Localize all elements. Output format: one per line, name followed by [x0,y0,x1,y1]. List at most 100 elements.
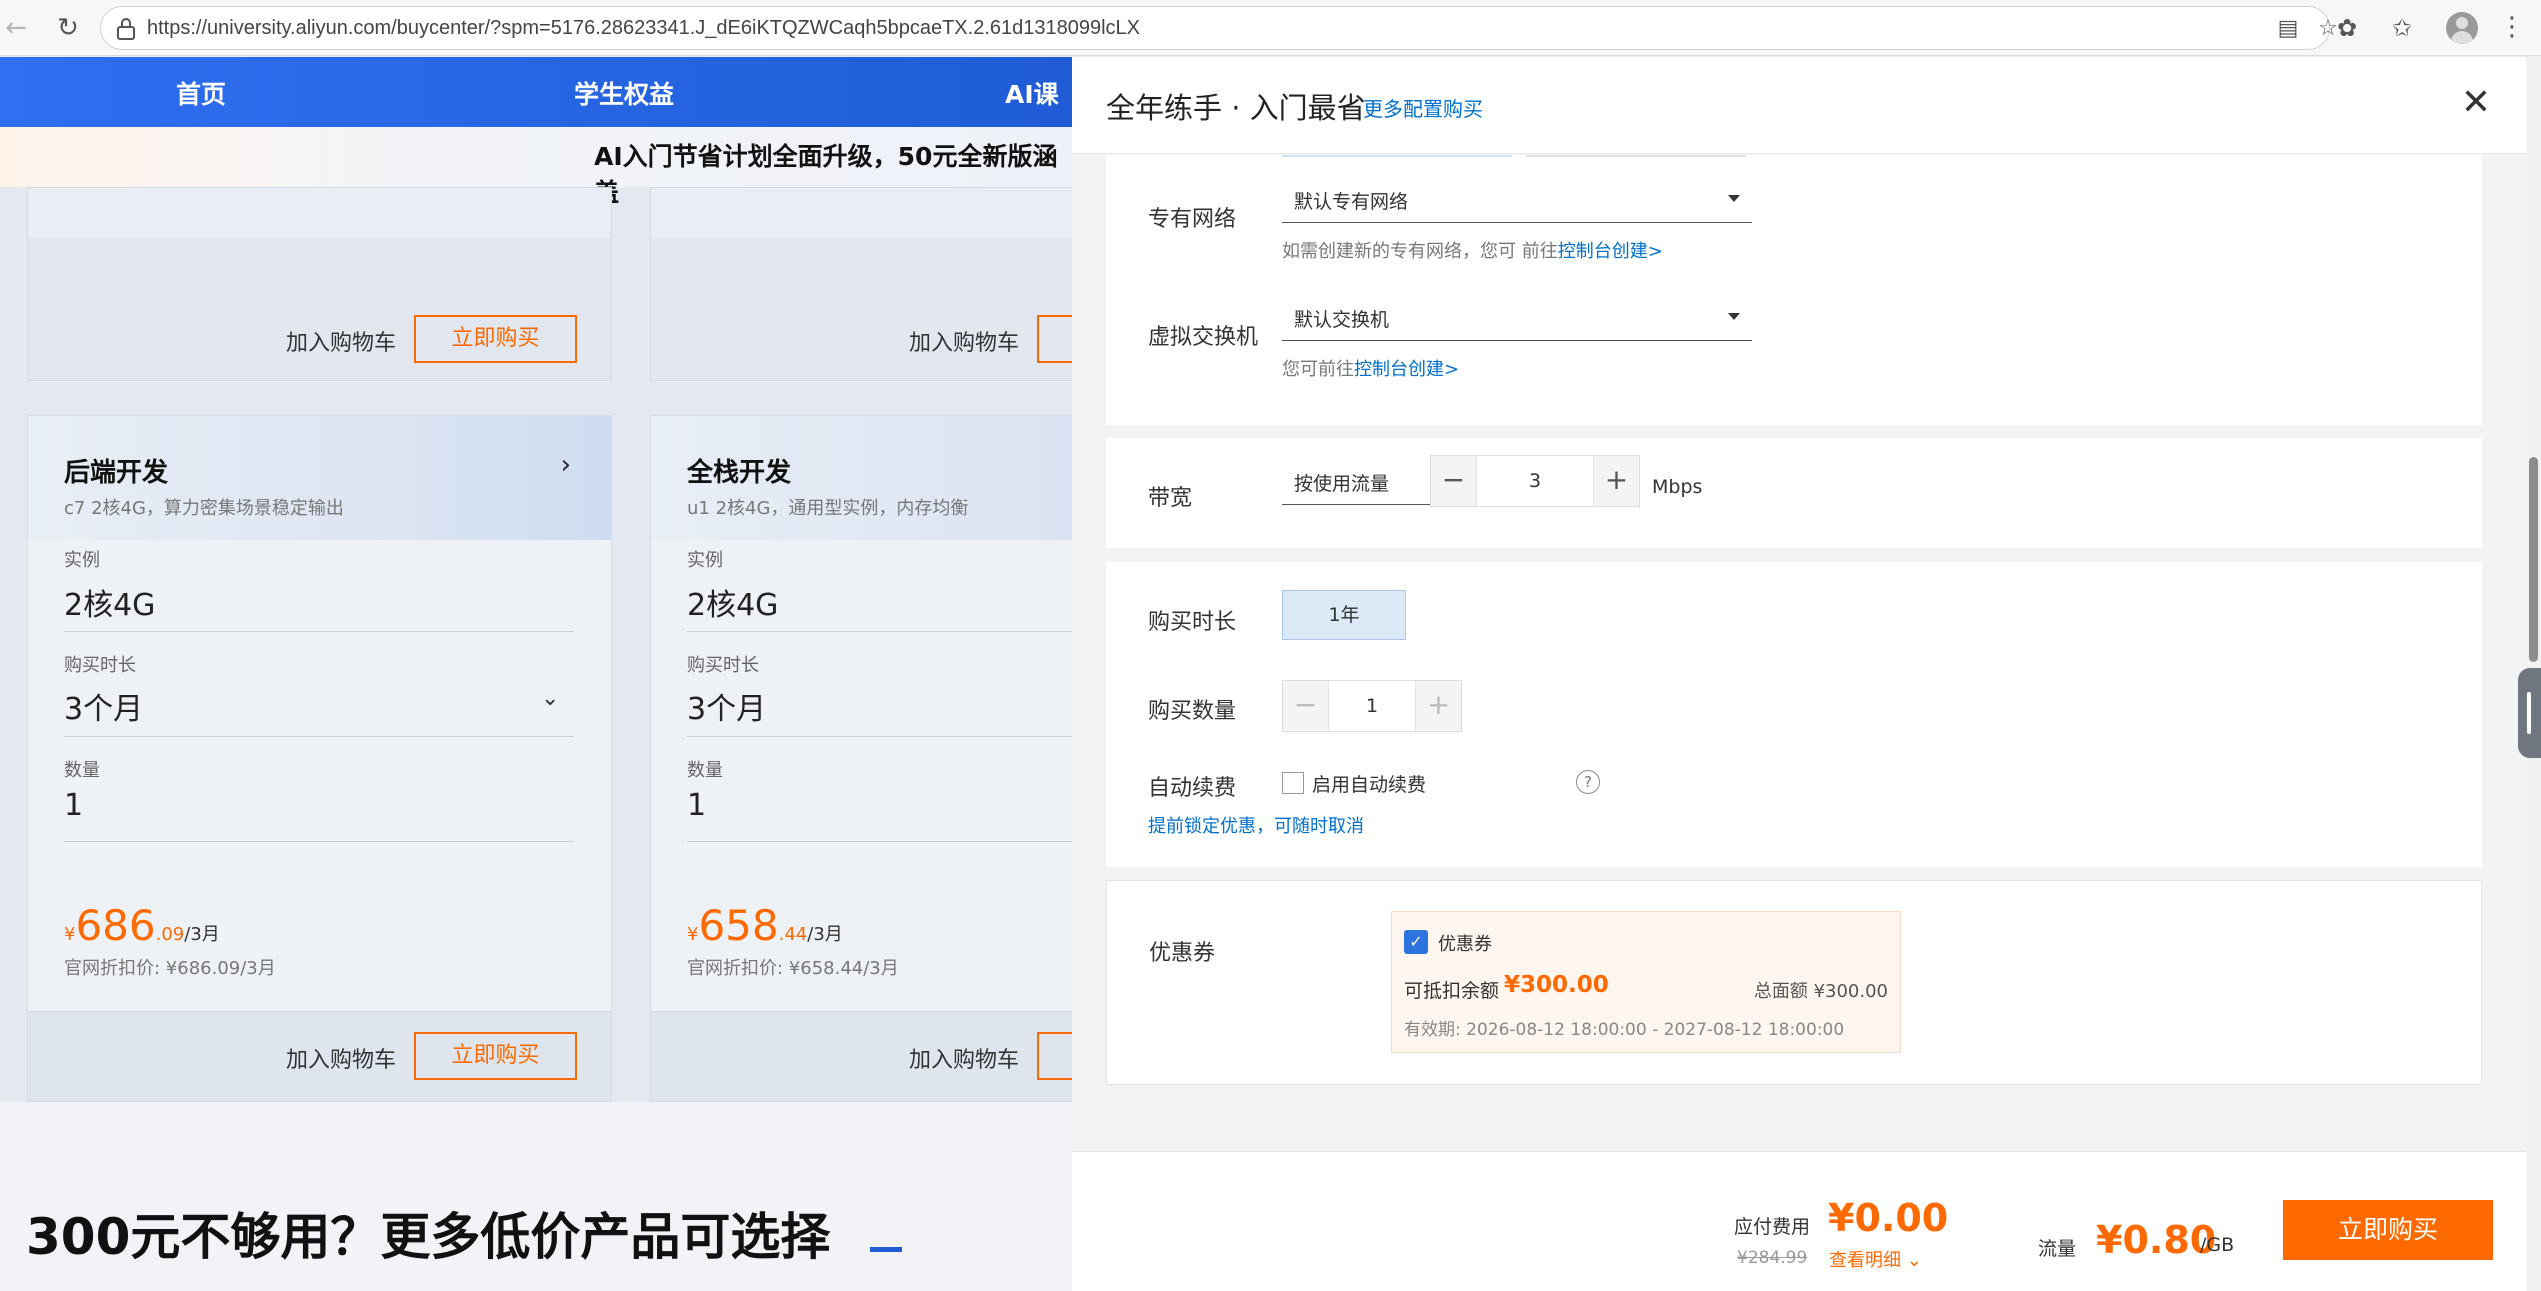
bandwidth-value[interactable]: 3 [1477,456,1593,506]
price-integer: 686 [75,901,156,950]
coupon-card[interactable]: ✓ 优惠券 可抵扣余额 ¥300.00 总面额 ¥300.00 有效期: 202… [1391,911,1901,1053]
quantity-value[interactable]: 1 [64,788,83,823]
section-title: 300元不够用？更多低价产品可选择 [26,1208,831,1266]
coupon-total: 总面额 ¥300.00 [1753,981,1888,1002]
profile-avatar[interactable] [2446,12,2478,44]
divider [64,841,574,842]
coupon-validity: 有效期: 2026-08-12 18:00:00 - 2027-08-12 18… [1404,1020,1845,1040]
traffic-unit: /GB [2200,1234,2235,1256]
reload-icon[interactable]: ↻ [52,12,84,44]
address-bar[interactable]: https://university.aliyun.com/buycenter/… [100,6,2338,50]
url-text[interactable]: https://university.aliyun.com/buycenter/… [147,7,1140,49]
network-section: 专有网络 默认专有网络 如需创建新的专有网络，您可 前往控制台创建> 虚拟交换机… [1106,155,2482,425]
promo-banner: AI入门节省计划全面升级，50元全新版涵盖 [0,127,1072,207]
bandwidth-mode-value: 按使用流量 [1294,473,1390,495]
view-details-link[interactable]: 查看明细 ⌄ [1829,1246,1922,1272]
quantity-value[interactable]: 1 [1329,681,1415,731]
buy-now-button[interactable] [1037,1032,1072,1080]
card-price: ¥658.44/3月 [687,901,843,950]
chevron-right-icon[interactable]: › [561,450,571,480]
chevron-down-icon[interactable]: ⌄ [541,686,559,711]
coupon-label: 优惠券 [1149,941,1216,966]
divider [687,631,1072,632]
original-total: ¥284.99 [1737,1248,1808,1268]
lock-icon[interactable] [115,17,137,41]
auto-renew-checkbox[interactable] [1282,772,1304,794]
card-footer: 加入购物车 [651,1011,1072,1101]
reader-mode-icon[interactable]: ▤ [2276,17,2300,41]
nav-home[interactable]: 首页 [176,57,226,133]
extensions-icon[interactable]: ✿ [2331,12,2363,44]
vswitch-label: 虚拟交换机 [1148,325,1259,350]
auto-renew-note[interactable]: 提前锁定优惠，可随时取消 [1148,812,1364,838]
add-to-cart-link[interactable]: 加入购物车 [909,1042,1019,1074]
divider [687,841,1072,842]
vpc-hint-text: 如需创建新的专有网络，您可 前往 [1282,241,1558,262]
quantity-label: 数量 [687,760,723,781]
price-decimal: .44 [778,924,808,945]
drawer-title: 全年练手 · 入门最省 [1106,91,1366,125]
minus-icon[interactable]: − [1283,681,1329,731]
price-unit: /3月 [184,924,220,945]
more-menu-icon[interactable]: ⋮ [2496,12,2528,44]
bandwidth-stepper[interactable]: − 3 + [1430,455,1640,507]
original-price: 官网折扣价: ¥686.09/3月 [64,958,276,979]
chevron-down-icon: ⌄ [1906,1250,1922,1271]
checkmark-icon[interactable]: ✓ [1404,930,1428,954]
option-tab-edge [1526,155,1746,157]
duration-label: 购买时长 [64,655,136,676]
coupon-section: 优惠券 ✓ 优惠券 可抵扣余额 ¥300.00 总面额 ¥300.00 有效期:… [1106,880,2482,1085]
price-unit: /3月 [807,924,843,945]
duration-label: 购买时长 [687,655,759,676]
vpc-value: 默认专有网络 [1294,191,1409,213]
card-title: 后端开发 [64,458,169,488]
nav-student-benefits[interactable]: 学生权益 [574,57,674,133]
vswitch-hint: 您可前往控制台创建> [1282,355,1459,381]
quantity-value[interactable]: 1 [687,788,706,823]
vpc-hint: 如需创建新的专有网络，您可 前往控制台创建> [1282,237,1663,263]
scrollbar-thumb[interactable] [2529,457,2538,662]
instance-label: 实例 [687,550,723,571]
vswitch-select[interactable]: 默认交换机 [1282,297,1752,341]
product-card-backend: 后端开发 c7 2核4G，算力密集场景稳定输出 › 实例 2核4G 购买时长 3… [27,415,612,1102]
quantity-label: 数量 [64,760,100,781]
card-price: ¥686.09/3月 [64,901,220,950]
duration-select[interactable]: 3个月 [64,684,143,728]
vpc-select[interactable]: 默认专有网络 [1282,179,1752,223]
buy-now-button[interactable]: 立即购买 [414,315,577,363]
buy-now-button[interactable] [1037,315,1072,363]
vswitch-console-link[interactable]: 控制台创建> [1354,359,1459,380]
add-to-cart-link[interactable]: 加入购物车 [286,1042,396,1074]
duration-label: 购买时长 [1148,610,1237,635]
add-to-cart-link[interactable]: 加入购物车 [909,325,1019,357]
help-icon[interactable]: ? [1576,770,1600,794]
plus-icon[interactable]: + [1593,456,1639,506]
browser-toolbar: ← ↻ https://university.aliyun.com/buycen… [0,0,2541,56]
close-icon[interactable]: ✕ [2456,83,2496,123]
card-footer: 加入购物车 立即购买 [28,1011,611,1101]
checkout-bar: 应付费用 ¥0.00 ¥284.99 查看明细 ⌄ 流量 ¥0.80 /GB 立… [1072,1151,2541,1291]
back-icon[interactable]: ← [0,12,32,44]
divider [64,631,574,632]
divider [64,736,574,737]
title-underline [870,1247,902,1252]
more-config-link[interactable]: 更多配置购买 [1363,93,1483,122]
currency-symbol: ¥ [687,924,699,945]
buy-now-button[interactable]: 立即购买 [2283,1200,2493,1260]
coupon-checkbox-label: 优惠券 [1438,934,1492,955]
side-panel-handle[interactable] [2518,668,2541,758]
quantity-stepper[interactable]: − 1 + [1282,680,1462,732]
favorites-icon[interactable]: ✩ [2386,12,2418,44]
duration-select[interactable]: 3个月 [687,684,766,728]
bandwidth-unit: Mbps [1652,476,1703,498]
vpc-console-link[interactable]: 控制台创建> [1558,241,1663,262]
coupon-available-amount: ¥300.00 [1504,972,1609,998]
top-nav: 首页 学生权益 AI课程 [0,57,1072,185]
minus-icon[interactable]: − [1431,456,1477,506]
plus-icon[interactable]: + [1415,681,1461,731]
add-to-cart-link[interactable]: 加入购物车 [286,325,396,357]
duration-option-1-year[interactable]: 1年 [1282,590,1406,640]
drawer-header: 全年练手 · 入门最省 更多配置购买 ✕ [1072,57,2541,154]
auto-renew-option[interactable]: 启用自动续费 [1312,770,1426,797]
buy-now-button[interactable]: 立即购买 [414,1032,577,1080]
